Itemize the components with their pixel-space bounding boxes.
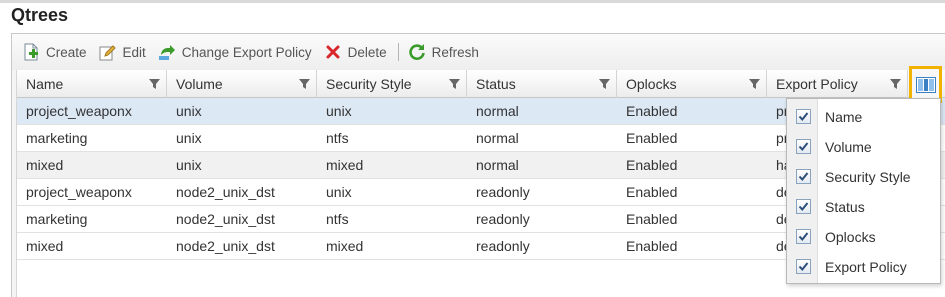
change-export-policy-label: Change Export Policy bbox=[181, 44, 312, 60]
create-icon bbox=[22, 43, 40, 61]
menu-item-label: Oplocks bbox=[825, 229, 876, 245]
cell-name: mixed bbox=[26, 238, 64, 254]
column-header-export-policy[interactable]: Export Policy bbox=[767, 70, 908, 98]
toolbar: Create Edit Change Export Policy Delete bbox=[12, 34, 945, 70]
delete-icon bbox=[324, 43, 342, 61]
menu-item-label: Status bbox=[825, 199, 865, 215]
cell-volume: unix bbox=[176, 103, 202, 119]
change-export-policy-button[interactable]: Change Export Policy bbox=[158, 43, 312, 61]
cell-oplocks: Enabled bbox=[626, 211, 678, 227]
menu-item-label: Export Policy bbox=[825, 259, 907, 275]
cell-name: marketing bbox=[26, 130, 88, 146]
edit-button[interactable]: Edit bbox=[99, 43, 146, 61]
cell-volume: unix bbox=[176, 130, 202, 146]
cell-oplocks: Enabled bbox=[626, 103, 678, 119]
column-header-label: Volume bbox=[176, 76, 223, 92]
menu-item-export-policy[interactable]: Export Policy bbox=[787, 252, 940, 282]
menu-item-label: Volume bbox=[825, 139, 872, 155]
cell-oplocks: Enabled bbox=[626, 157, 678, 173]
filter-icon[interactable] bbox=[749, 79, 760, 89]
cell-volume: node2_unix_dst bbox=[176, 238, 275, 254]
column-header-label: Security Style bbox=[326, 76, 412, 92]
cell-security-style: mixed bbox=[326, 157, 364, 173]
checkbox-checked-icon[interactable] bbox=[796, 109, 811, 124]
column-header-label: Export Policy bbox=[776, 76, 858, 92]
cell-status: readonly bbox=[476, 211, 530, 227]
checkbox-checked-icon[interactable] bbox=[796, 229, 811, 244]
filter-icon[interactable] bbox=[149, 79, 160, 89]
menu-item-name[interactable]: Name bbox=[787, 102, 940, 132]
filter-icon[interactable] bbox=[299, 79, 310, 89]
create-label: Create bbox=[46, 44, 87, 60]
edit-label: Edit bbox=[122, 44, 146, 60]
column-header-oplocks[interactable]: Oplocks bbox=[617, 70, 767, 98]
create-button[interactable]: Create bbox=[22, 43, 87, 61]
checkbox-checked-icon[interactable] bbox=[796, 139, 811, 154]
cell-status: readonly bbox=[476, 184, 530, 200]
delete-label: Delete bbox=[347, 44, 387, 60]
menu-item-status[interactable]: Status bbox=[787, 192, 940, 222]
menu-item-label: Name bbox=[825, 109, 863, 125]
column-chooser-icon bbox=[915, 76, 936, 93]
page-title: Qtrees bbox=[11, 5, 69, 25]
cell-status: normal bbox=[476, 103, 519, 119]
column-header-volume[interactable]: Volume bbox=[167, 70, 317, 98]
delete-button[interactable]: Delete bbox=[324, 43, 387, 61]
refresh-button[interactable]: Refresh bbox=[408, 43, 479, 61]
column-header-security-style[interactable]: Security Style bbox=[317, 70, 467, 98]
menu-item-security-style[interactable]: Security Style bbox=[787, 162, 940, 192]
edit-icon bbox=[99, 43, 117, 61]
checkbox-checked-icon[interactable] bbox=[796, 169, 811, 184]
cell-security-style: mixed bbox=[326, 238, 364, 254]
column-header-name[interactable]: Name bbox=[17, 70, 167, 98]
cell-name: project_weaponx bbox=[26, 184, 132, 200]
cell-status: normal bbox=[476, 130, 519, 146]
column-header-label: Oplocks bbox=[626, 76, 677, 92]
filter-icon[interactable] bbox=[599, 79, 610, 89]
cell-name: project_weaponx bbox=[26, 103, 132, 119]
menu-item-volume[interactable]: Volume bbox=[787, 132, 940, 162]
refresh-icon bbox=[408, 43, 426, 61]
checkbox-checked-icon[interactable] bbox=[796, 199, 811, 214]
cell-volume: unix bbox=[176, 157, 202, 173]
cell-volume: node2_unix_dst bbox=[176, 211, 275, 227]
cell-volume: node2_unix_dst bbox=[176, 184, 275, 200]
column-header-status[interactable]: Status bbox=[467, 70, 617, 98]
cell-security-style: unix bbox=[326, 184, 352, 200]
cell-name: mixed bbox=[26, 157, 64, 173]
table-header: Name Volume Security Style Status Oplock… bbox=[17, 70, 945, 98]
cell-security-style: unix bbox=[326, 103, 352, 119]
menu-item-label: Security Style bbox=[825, 169, 911, 185]
cell-status: normal bbox=[476, 157, 519, 173]
column-header-label: Status bbox=[476, 76, 516, 92]
cell-oplocks: Enabled bbox=[626, 184, 678, 200]
cell-security-style: ntfs bbox=[326, 211, 349, 227]
cell-status: readonly bbox=[476, 238, 530, 254]
cell-oplocks: Enabled bbox=[626, 130, 678, 146]
cell-security-style: ntfs bbox=[326, 130, 349, 146]
column-visibility-menu: Name Volume Security Style Status Oplock… bbox=[786, 98, 941, 284]
menu-item-oplocks[interactable]: Oplocks bbox=[787, 222, 940, 252]
cell-name: marketing bbox=[26, 211, 88, 227]
toolbar-separator bbox=[397, 43, 399, 61]
export-policy-icon bbox=[158, 43, 176, 61]
checkbox-checked-icon[interactable] bbox=[796, 259, 811, 274]
cell-oplocks: Enabled bbox=[626, 238, 678, 254]
column-header-label: Name bbox=[26, 76, 64, 92]
filter-icon[interactable] bbox=[890, 79, 901, 89]
filter-icon[interactable] bbox=[449, 79, 460, 89]
refresh-label: Refresh bbox=[431, 44, 479, 60]
top-rule bbox=[0, 0, 945, 3]
